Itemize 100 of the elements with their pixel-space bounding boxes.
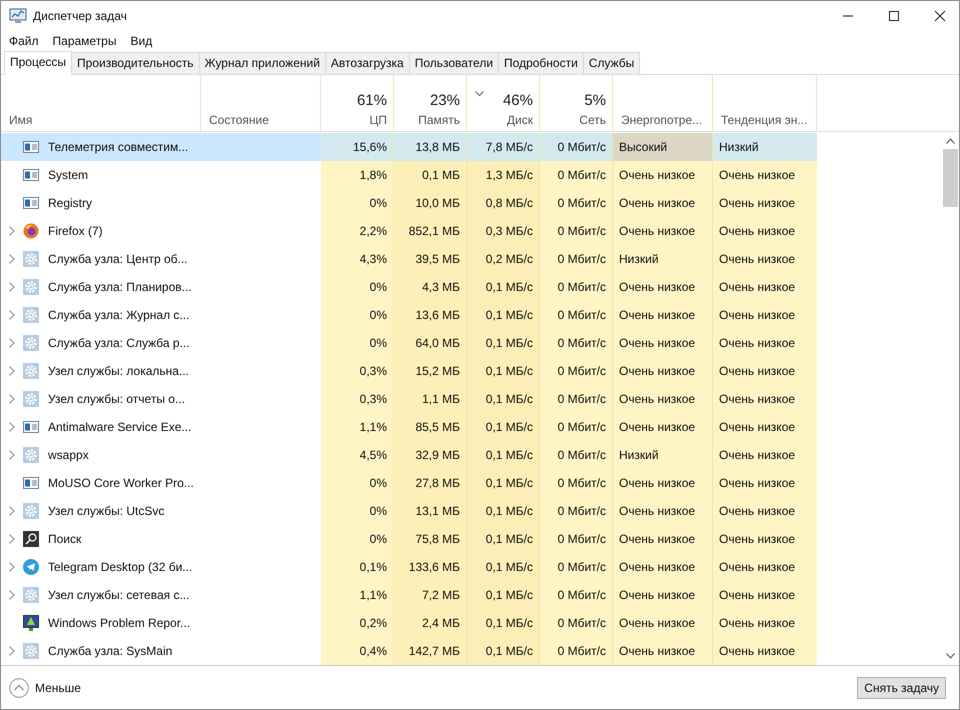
expand-chevron-icon[interactable] bbox=[9, 338, 15, 348]
process-name: Registry bbox=[48, 196, 92, 210]
column-header[interactable]: Тенденция эн... bbox=[713, 75, 817, 132]
expand-chevron-icon[interactable] bbox=[9, 450, 15, 460]
tab[interactable]: Службы bbox=[582, 52, 640, 74]
table-cell: Очень низкое bbox=[613, 581, 713, 610]
column-header[interactable]: 5% Сеть bbox=[540, 75, 613, 132]
table-cell: 2,4 МБ bbox=[394, 609, 467, 638]
table-cell: 0,2% bbox=[321, 609, 394, 638]
table-cell: 2,2% bbox=[321, 217, 394, 246]
expand-chevron-icon[interactable] bbox=[9, 506, 15, 516]
process-row[interactable]: Telegram Desktop (32 би... 0,1% 133,6 МБ 0,1 МБ/с 0 Мбит/с Очень низкое Очень низкое bbox=[1, 553, 942, 582]
maximize-icon[interactable] bbox=[888, 10, 900, 22]
table-cell: Очень низкое bbox=[713, 581, 817, 610]
column-header[interactable]: Состояние bbox=[201, 75, 321, 132]
expand-chevron-icon[interactable] bbox=[9, 590, 15, 600]
table-cell: 27,8 МБ bbox=[394, 469, 467, 498]
scroll-up-icon[interactable] bbox=[946, 138, 955, 144]
process-row[interactable]: Узел службы: отчеты о... 0,3% 1,1 МБ 0,1 МБ/с 0 Мбит/с Очень низкое Очень низкое bbox=[1, 385, 942, 414]
tab[interactable]: Пользователи bbox=[408, 52, 500, 74]
tab[interactable]: Производительность bbox=[71, 52, 200, 74]
table-cell: 0,1 МБ/с bbox=[467, 581, 540, 610]
process-row[interactable]: Узел службы: сетевая с... 1,1% 7,2 МБ 0,1 МБ/с 0 Мбит/с Очень низкое Очень низкое bbox=[1, 581, 942, 610]
table-cell: Очень низкое bbox=[713, 245, 817, 274]
column-header[interactable]: Имя bbox=[1, 75, 201, 132]
gear-icon bbox=[23, 279, 39, 296]
column-header[interactable]: 61% ЦП bbox=[321, 75, 394, 132]
process-row[interactable]: Antimalware Service Exe... 1,1% 85,5 МБ 0,1 МБ/с 0 Мбит/с Очень низкое Очень низкое bbox=[1, 413, 942, 442]
column-header[interactable]: 46% Диск bbox=[467, 75, 540, 132]
process-row[interactable]: Телеметрия совместим... 15,6% 13,8 МБ 7,8 МБ/с 0 Мбит/с Высокий Низкий bbox=[1, 133, 942, 162]
column-header[interactable]: Энергопотре... bbox=[613, 75, 713, 132]
menu-item[interactable]: Файл bbox=[9, 34, 39, 48]
process-row[interactable]: wsappx 4,5% 32,9 МБ 0,1 МБ/с 0 Мбит/с Низкий Очень низкое bbox=[1, 441, 942, 470]
window-icon bbox=[23, 197, 39, 210]
table-cell: 0,1% bbox=[321, 553, 394, 582]
table-cell: 1,1% bbox=[321, 581, 394, 610]
tab[interactable]: Процессы bbox=[4, 51, 72, 76]
column-label: ЦП bbox=[369, 113, 387, 128]
process-row[interactable]: Узел службы: локальна... 0,3% 15,2 МБ 0,1 МБ/с 0 Мбит/с Очень низкое Очень низкое bbox=[1, 357, 942, 386]
process-row[interactable]: Windows Problem Repor... 0,2% 2,4 МБ 0,1 МБ/с 0 Мбит/с Очень низкое Очень низкое bbox=[1, 609, 942, 638]
expand-chevron-icon[interactable] bbox=[9, 226, 15, 236]
process-row[interactable]: Служба узла: Центр об... 4,3% 39,5 МБ 0,2 МБ/с 0 Мбит/с Низкий Очень низкое bbox=[1, 245, 942, 274]
expand-chevron-icon[interactable] bbox=[9, 422, 15, 432]
process-row[interactable]: Поиск 0% 75,8 МБ 0,1 МБ/с 0 Мбит/с Очень низкое Очень низкое bbox=[1, 525, 942, 554]
menu-item[interactable]: Вид bbox=[130, 34, 152, 48]
column-header[interactable]: 23% Память bbox=[394, 75, 467, 132]
table-cell: 0,1 МБ/с bbox=[467, 497, 540, 526]
scrollbar-thumb[interactable] bbox=[943, 149, 958, 208]
table-cell: 0% bbox=[321, 497, 394, 526]
tab[interactable]: Подробности bbox=[498, 52, 584, 74]
table-cell: Очень низкое bbox=[713, 273, 817, 302]
close-icon[interactable] bbox=[934, 10, 946, 22]
table-cell: Очень низкое bbox=[613, 609, 713, 638]
table-cell: 0 Мбит/с bbox=[540, 525, 613, 554]
expand-chevron-icon[interactable] bbox=[9, 282, 15, 292]
expand-chevron-icon[interactable] bbox=[9, 366, 15, 376]
expand-chevron-icon[interactable] bbox=[9, 254, 15, 264]
process-name: Узел службы: сетевая с... bbox=[48, 588, 190, 602]
window-icon bbox=[23, 141, 39, 154]
process-name: Узел службы: UtcSvc bbox=[48, 504, 164, 518]
table-cell: 85,5 МБ bbox=[394, 413, 467, 442]
process-row[interactable]: MoUSO Core Worker Pro... 0% 27,8 МБ 0,1 МБ/с 0 Мбит/с Очень низкое Очень низкое bbox=[1, 469, 942, 498]
menu-item[interactable]: Параметры bbox=[52, 34, 116, 48]
process-row[interactable]: Служба узла: SysMain 0,4% 142,7 МБ 0,1 МБ/с 0 Мбит/с Очень низкое Очень низкое bbox=[1, 637, 942, 666]
collapse-icon[interactable] bbox=[9, 678, 29, 698]
expand-chevron-icon[interactable] bbox=[9, 562, 15, 572]
process-row[interactable]: Служба узла: Журнал с... 0% 13,6 МБ 0,1 МБ/с 0 Мбит/с Очень низкое Очень низкое bbox=[1, 301, 942, 330]
table-cell: 0,1 МБ/с bbox=[467, 385, 540, 414]
end-task-button[interactable]: Снять задачу bbox=[857, 676, 946, 699]
process-name: Поиск bbox=[48, 532, 82, 546]
expand-chevron-icon[interactable] bbox=[9, 394, 15, 404]
table-cell: Очень низкое bbox=[713, 441, 817, 470]
table-cell: 0 Мбит/с bbox=[540, 385, 613, 414]
table-cell: Очень низкое bbox=[713, 385, 817, 414]
scroll-down-icon[interactable] bbox=[946, 653, 955, 660]
process-row[interactable]: System 1,8% 0,1 МБ 1,3 МБ/с 0 Мбит/с Очень низкое Очень низкое bbox=[1, 161, 942, 190]
table-cell: 142,7 МБ bbox=[394, 637, 467, 666]
tab[interactable]: Журнал приложений bbox=[198, 52, 326, 74]
table-cell: 10,0 МБ bbox=[394, 189, 467, 218]
process-row[interactable]: Registry 0% 10,0 МБ 0,8 МБ/с 0 Мбит/с Очень низкое Очень низкое bbox=[1, 189, 942, 218]
globe-flame-icon bbox=[23, 223, 39, 240]
table-cell: 1,1% bbox=[321, 413, 394, 442]
table-cell: 0,1 МБ/с bbox=[467, 441, 540, 470]
process-row[interactable]: Служба узла: Планиров... 0% 4,3 МБ 0,1 МБ/с 0 Мбит/с Очень низкое Очень низкое bbox=[1, 273, 942, 302]
expand-chevron-icon[interactable] bbox=[9, 646, 15, 656]
fewer-details-link[interactable]: Меньше bbox=[35, 680, 81, 695]
process-row[interactable]: Узел службы: UtcSvc 0% 13,1 МБ 0,1 МБ/с 0 Мбит/с Очень низкое Очень низкое bbox=[1, 497, 942, 526]
table-cell: 0,1 МБ/с bbox=[467, 553, 540, 582]
expand-chevron-icon[interactable] bbox=[9, 310, 15, 320]
column-label: Сеть bbox=[579, 113, 606, 128]
tab[interactable]: Автозагрузка bbox=[324, 52, 410, 74]
table-cell: 75,8 МБ bbox=[394, 525, 467, 554]
window-icon bbox=[23, 169, 39, 182]
process-row[interactable]: Служба узла: Служба р... 0% 64,0 МБ 0,1 МБ/с 0 Мбит/с Очень низкое Очень низкое bbox=[1, 329, 942, 358]
expand-chevron-icon[interactable] bbox=[9, 534, 15, 544]
process-row[interactable]: Firefox (7) 2,2% 852,1 МБ 0,3 МБ/с 0 Мбит/с Очень низкое Очень низкое bbox=[1, 217, 942, 246]
process-name: Узел службы: отчеты о... bbox=[48, 392, 185, 406]
table-cell: 0,1 МБ/с bbox=[467, 469, 540, 498]
table-cell: 0,1 МБ/с bbox=[467, 329, 540, 358]
process-name: Firefox (7) bbox=[48, 224, 103, 238]
